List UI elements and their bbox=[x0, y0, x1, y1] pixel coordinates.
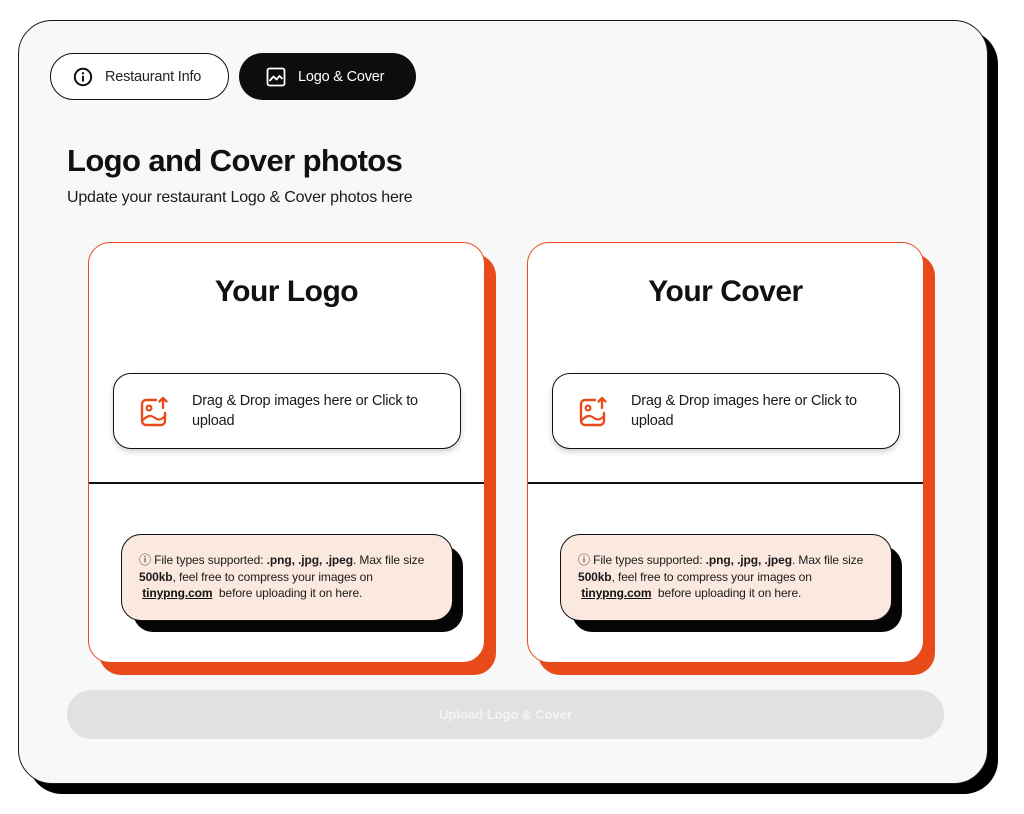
settings-panel: Restaurant Info Logo & Cover Logo and Co… bbox=[18, 20, 988, 784]
tab-label: Logo & Cover bbox=[298, 68, 385, 85]
card-title: Your Cover bbox=[648, 275, 803, 308]
tab-logo-cover[interactable]: Logo & Cover bbox=[239, 53, 416, 100]
image-upload-icon bbox=[579, 395, 609, 434]
card-title: Your Logo bbox=[214, 275, 359, 308]
cover-card: Your Cover Drag & Drop images here or Cl… bbox=[527, 242, 924, 663]
note-mid: . Max file size bbox=[352, 553, 425, 567]
card-divider bbox=[89, 482, 484, 484]
tab-restaurant-info[interactable]: Restaurant Info bbox=[50, 53, 229, 100]
dropzone-text: Drag & Drop images here or Click to uplo… bbox=[192, 393, 418, 429]
page-title: Logo and Cover photos bbox=[67, 143, 403, 178]
note-after-size: , feel free to compress your images on bbox=[611, 569, 812, 584]
note-max-size: 500kb bbox=[139, 569, 173, 584]
logo-card: Your Logo Drag & Drop images here or Cli… bbox=[88, 242, 485, 663]
note-mid: . Max file size bbox=[791, 553, 864, 567]
file-types-note: ⓘ File types supported: .png, .jpg, .jpe… bbox=[121, 534, 453, 621]
note-suffix: before uploading it on here. bbox=[215, 586, 363, 600]
note-after-size: , feel free to compress your images on bbox=[172, 569, 373, 584]
note-max-size: 500kb bbox=[578, 569, 612, 584]
tinypng-link[interactable]: tinypng.com bbox=[142, 586, 212, 600]
card-divider bbox=[528, 482, 923, 484]
cover-dropzone[interactable]: Drag & Drop images here or Click to uplo… bbox=[552, 373, 900, 449]
note-file-types: .png, .jpg, .jpeg bbox=[266, 553, 353, 567]
image-upload-icon bbox=[140, 395, 170, 434]
tinypng-link[interactable]: tinypng.com bbox=[581, 586, 651, 600]
page-subtitle: Update your restaurant Logo & Cover phot… bbox=[67, 189, 413, 206]
note-suffix: before uploading it on here. bbox=[654, 586, 802, 600]
logo-dropzone[interactable]: Drag & Drop images here or Click to uplo… bbox=[113, 373, 461, 449]
dropzone-text: Drag & Drop images here or Click to uplo… bbox=[631, 393, 857, 429]
file-types-note: ⓘ File types supported: .png, .jpg, .jpe… bbox=[560, 534, 892, 621]
upload-logo-cover-button[interactable]: Upload Logo & Cover bbox=[67, 690, 944, 739]
tab-label: Restaurant Info bbox=[105, 68, 202, 85]
note-prefix: ⓘ File types supported: bbox=[139, 553, 267, 567]
note-prefix: ⓘ File types supported: bbox=[578, 553, 706, 567]
info-icon bbox=[73, 67, 93, 87]
image-icon bbox=[266, 67, 286, 87]
note-file-types: .png, .jpg, .jpeg bbox=[705, 553, 792, 567]
